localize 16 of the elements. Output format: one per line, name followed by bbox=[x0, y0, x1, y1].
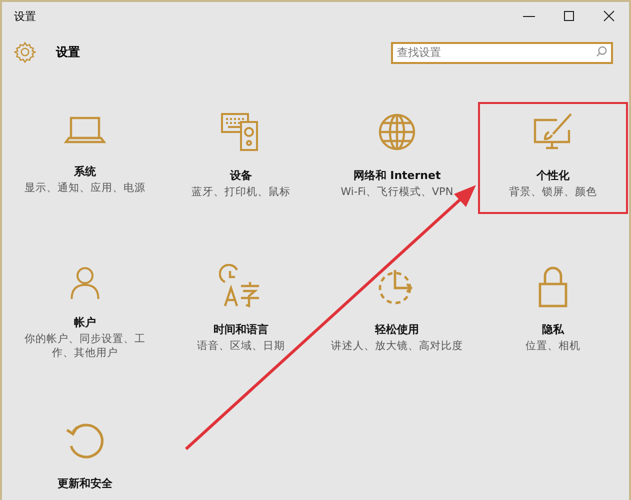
maximize-icon bbox=[563, 10, 575, 22]
settings-tile[interactable]: 网络和 Internet Wi-Fi、飞行模式、VPN bbox=[322, 102, 472, 214]
settings-tile[interactable]: 系统 显示、通知、应用、电源 bbox=[10, 102, 160, 214]
search-icon bbox=[596, 46, 607, 57]
settings-tile[interactable]: 个性化 背景、锁屏、颜色 bbox=[478, 102, 628, 214]
settings-tile[interactable]: 时间和语言 语音、区域、日期 bbox=[166, 256, 316, 368]
window-title: 设置 bbox=[14, 8, 37, 24]
close-icon bbox=[603, 10, 615, 22]
settings-tile[interactable]: 更新和安全 bbox=[10, 410, 160, 500]
settings-tile[interactable]: 轻松使用 讲述人、放大镜、高对比度 bbox=[322, 256, 472, 368]
settings-tile[interactable]: 设备 蓝牙、打印机、鼠标 bbox=[166, 102, 316, 214]
search-field[interactable]: 查找设置 bbox=[391, 42, 613, 64]
page-title: 设置 bbox=[56, 44, 81, 60]
settings-tile[interactable]: 帐户 你的帐户、同步设置、工作、其他用户 bbox=[10, 256, 160, 368]
settings-tile[interactable]: 隐私 位置、相机 bbox=[478, 256, 628, 368]
settings-icon bbox=[14, 41, 36, 63]
